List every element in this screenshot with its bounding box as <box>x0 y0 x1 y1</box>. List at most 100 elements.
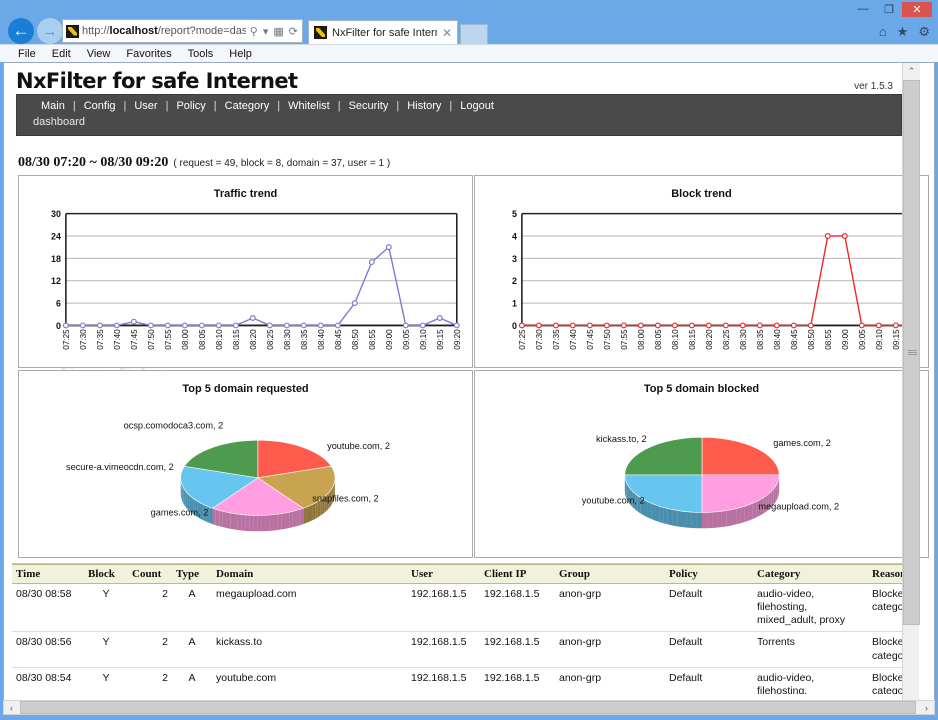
back-button[interactable]: ← <box>8 18 34 44</box>
col-type[interactable]: Type <box>172 565 212 584</box>
date-range-text: 08/30 07:20 ~ 08/30 09:20 <box>18 155 168 171</box>
svg-text:07:40: 07:40 <box>113 329 122 350</box>
cell-category: Torrents <box>753 632 868 667</box>
cell-ip: 192.168.1.5 <box>480 632 555 667</box>
app-navbar: Main | Config | User | Policy | Category… <box>16 94 902 136</box>
cell-block: Y <box>84 584 128 632</box>
col-domain[interactable]: Domain <box>212 565 407 584</box>
cell-user: 192.168.1.5 <box>407 667 480 694</box>
close-button[interactable]: ✕ <box>902 2 932 17</box>
table-row[interactable]: 08/30 08:56Y2Akickass.to192.168.1.5192.1… <box>12 632 911 667</box>
cell-category: audio-video, filehosting, mixed_adult, r… <box>753 667 868 694</box>
cell-type: A <box>172 667 212 694</box>
svg-text:09:10: 09:10 <box>419 329 428 350</box>
svg-text:08:25: 08:25 <box>722 329 731 350</box>
nav-item-user[interactable]: User <box>126 100 165 112</box>
cell-type: A <box>172 584 212 632</box>
scroll-right-arrow[interactable]: › <box>919 701 934 714</box>
tab-nxfilter[interactable]: NxFilter for safe Internet ✕ <box>308 20 458 44</box>
cell-time: 08/30 08:54 <box>12 667 84 694</box>
cell-ip: 192.168.1.5 <box>480 584 555 632</box>
col-time[interactable]: Time <box>12 565 84 584</box>
menu-edit[interactable]: Edit <box>52 48 71 60</box>
svg-text:08:35: 08:35 <box>756 329 765 350</box>
page-horizontal-scrollbar[interactable]: ‹ › <box>3 700 935 715</box>
svg-text:0: 0 <box>56 321 61 331</box>
cell-group: anon-grp <box>555 584 665 632</box>
cell-group: anon-grp <box>555 667 665 694</box>
col-policy[interactable]: Policy <box>665 565 753 584</box>
refresh-icon[interactable]: ⟳ <box>288 25 299 38</box>
vertical-scroll-thumb[interactable] <box>903 80 920 625</box>
nav-item-security[interactable]: Security <box>341 100 397 112</box>
favorites-star-icon[interactable]: ★ <box>897 24 909 40</box>
svg-text:08:45: 08:45 <box>790 329 799 350</box>
page-vertical-scrollbar[interactable]: ⌃ ⌄ <box>902 63 919 715</box>
menu-tools[interactable]: Tools <box>188 48 214 60</box>
browser-menubar: File Edit View Favorites Tools Help <box>0 44 938 62</box>
nav-item-logout[interactable]: Logout <box>452 100 502 112</box>
col-user[interactable]: User <box>407 565 480 584</box>
log-table-container: Time Block Count Type Domain User Client… <box>12 563 911 694</box>
col-category[interactable]: Category <box>753 565 868 584</box>
nav-item-history[interactable]: History <box>399 100 449 112</box>
date-range-summary: 08/30 07:20 ~ 08/30 09:20 ( request = 49… <box>18 155 390 171</box>
search-icon[interactable]: ⚲ <box>249 25 259 38</box>
new-tab-button[interactable] <box>460 24 488 44</box>
svg-text:0: 0 <box>512 321 517 331</box>
col-block[interactable]: Block <box>84 565 128 584</box>
menu-favorites[interactable]: Favorites <box>126 48 171 60</box>
forward-button[interactable]: → <box>37 18 63 44</box>
page-viewport: NxFilter for safe Internet ver 1.5.3 Mai… <box>3 62 935 715</box>
tab-strip: NxFilter for safe Internet ✕ <box>308 19 488 44</box>
col-client-ip[interactable]: Client IP <box>480 565 555 584</box>
svg-text:08:10: 08:10 <box>671 329 680 350</box>
svg-text:08:50: 08:50 <box>351 329 360 350</box>
svg-text:games.com, 2: games.com, 2 <box>773 438 831 448</box>
compatibility-view-icon[interactable]: ▦ <box>272 25 284 38</box>
svg-text:6: 6 <box>56 299 61 309</box>
chevron-down-icon[interactable]: ▾ <box>262 25 270 38</box>
scroll-thumb-grip <box>908 350 917 355</box>
svg-text:08:20: 08:20 <box>705 329 714 350</box>
nav-item-config[interactable]: Config <box>76 100 124 112</box>
svg-text:08:20: 08:20 <box>249 329 258 350</box>
table-header-row: Time Block Count Type Domain User Client… <box>12 565 911 584</box>
table-row[interactable]: 08/30 08:54Y2Ayoutube.com192.168.1.5192.… <box>12 667 911 694</box>
address-bar[interactable]: http://localhost/report?mode=dashboard ⚲… <box>62 19 303 43</box>
nav-item-category[interactable]: Category <box>217 100 278 112</box>
svg-text:07:25: 07:25 <box>518 329 527 350</box>
svg-text:secure-a.vimeocdn.com, 2: secure-a.vimeocdn.com, 2 <box>66 462 174 472</box>
home-icon[interactable]: ⌂ <box>879 24 887 40</box>
menu-file[interactable]: File <box>18 48 36 60</box>
svg-text:07:40: 07:40 <box>569 329 578 350</box>
scroll-up-arrow[interactable]: ⌃ <box>903 63 920 80</box>
svg-text:07:55: 07:55 <box>620 329 629 350</box>
menu-view[interactable]: View <box>87 48 111 60</box>
minimize-button[interactable]: — <box>850 2 876 17</box>
settings-gear-icon[interactable]: ⚙ <box>918 24 930 40</box>
nav-item-main[interactable]: Main <box>33 100 73 112</box>
tab-close-icon[interactable]: ✕ <box>442 26 452 40</box>
svg-text:07:35: 07:35 <box>96 329 105 350</box>
col-group[interactable]: Group <box>555 565 665 584</box>
table-row[interactable]: 08/30 08:58Y2Amegaupload.com192.168.1.51… <box>12 584 911 632</box>
chart-panel-top-domain-blocked: Top 5 domain blocked games.com, 2megaupl… <box>474 370 929 558</box>
svg-text:megaupload.com, 2: megaupload.com, 2 <box>758 502 839 512</box>
url-text: http://localhost/report?mode=dashboard <box>82 25 246 37</box>
top-domain-requested-pie: youtube.com, 2snapfiles.com, 2games.com,… <box>19 371 472 557</box>
cell-time: 08/30 08:58 <box>12 584 84 632</box>
svg-text:09:15: 09:15 <box>436 329 445 350</box>
horizontal-scroll-thumb[interactable] <box>20 701 916 714</box>
maximize-button[interactable]: ❐ <box>876 2 902 17</box>
nxfilter-favicon-icon <box>66 25 79 38</box>
nav-item-policy[interactable]: Policy <box>168 100 213 112</box>
col-count[interactable]: Count <box>128 565 172 584</box>
window-controls: — ❐ ✕ <box>850 1 932 17</box>
menu-help[interactable]: Help <box>229 48 252 60</box>
subnav-dashboard[interactable]: dashboard <box>33 116 85 128</box>
svg-text:30: 30 <box>51 209 61 219</box>
nav-item-whitelist[interactable]: Whitelist <box>280 100 338 112</box>
browser-toolbar-icons: ⌂ ★ ⚙ <box>879 24 930 40</box>
scroll-left-arrow[interactable]: ‹ <box>4 701 19 714</box>
